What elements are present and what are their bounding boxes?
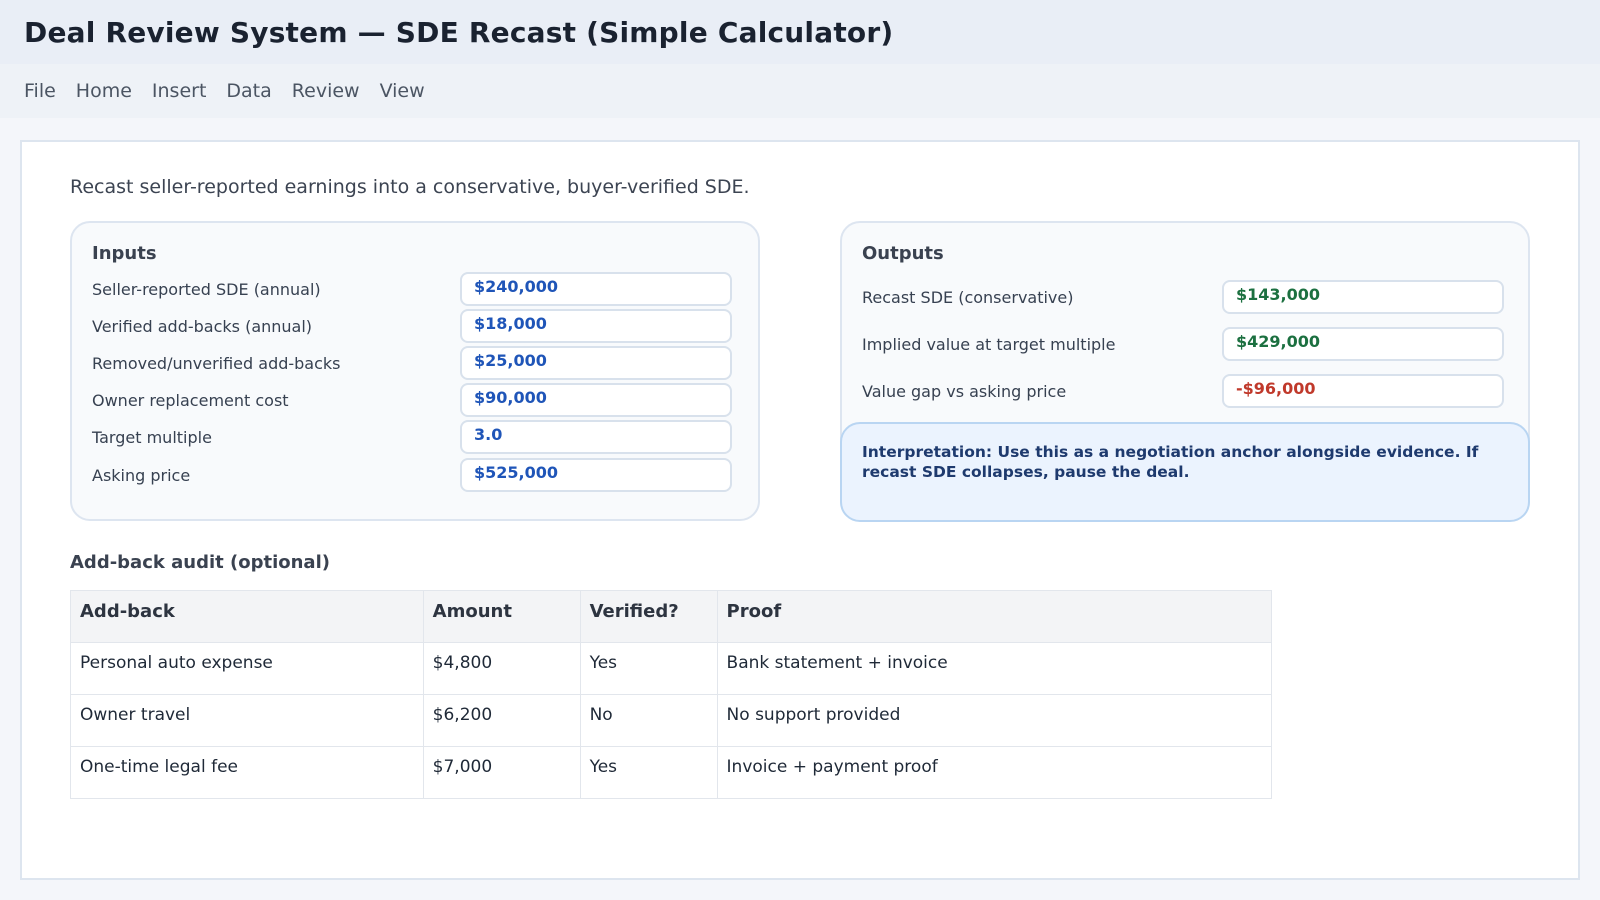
value-gap-value: -$96,000 xyxy=(1222,374,1504,408)
cell-amount: $4,800 xyxy=(422,642,581,695)
column-header-addback: Add-back xyxy=(70,590,424,643)
input-row-verified-addbacks: Verified add-backs (annual) $18,000 xyxy=(92,309,742,343)
input-row-removed-addbacks: Removed/unverified add-backs $25,000 xyxy=(92,346,742,380)
input-row-asking-price: Asking price $525,000 xyxy=(92,458,742,492)
cell-proof: Invoice + payment proof xyxy=(716,746,1273,799)
table-header-row: Add-back Amount Verified? Proof xyxy=(70,590,1273,643)
inputs-card: Inputs Seller-reported SDE (annual) $240… xyxy=(70,221,760,521)
table-row: Personal auto expense $4,800 Yes Bank st… xyxy=(70,642,1273,695)
menu-home[interactable]: Home xyxy=(76,80,132,102)
cell-proof: No support provided xyxy=(716,694,1273,747)
cell-addback: Owner travel xyxy=(70,694,424,747)
inputs-heading: Inputs xyxy=(92,243,157,264)
menu-review[interactable]: Review xyxy=(292,80,360,102)
input-label: Removed/unverified add-backs xyxy=(92,353,341,373)
target-multiple-field[interactable]: 3.0 xyxy=(460,420,732,454)
page-subtitle: Recast seller-reported earnings into a c… xyxy=(70,176,750,198)
menu-insert[interactable]: Insert xyxy=(152,80,207,102)
cell-addback: One-time legal fee xyxy=(70,746,424,799)
title-bar: Deal Review System — SDE Recast (Simple … xyxy=(0,0,1600,64)
cell-amount: $7,000 xyxy=(422,746,581,799)
menu-view[interactable]: View xyxy=(380,80,425,102)
outputs-heading: Outputs xyxy=(862,243,944,264)
input-row-target-multiple: Target multiple 3.0 xyxy=(92,420,742,454)
output-label: Recast SDE (conservative) xyxy=(862,287,1074,307)
addback-audit-table: Add-back Amount Verified? Proof Personal… xyxy=(70,590,1273,799)
table-row: One-time legal fee $7,000 Yes Invoice + … xyxy=(70,746,1273,799)
cell-addback: Personal auto expense xyxy=(70,642,424,695)
cell-amount: $6,200 xyxy=(422,694,581,747)
asking-price-field[interactable]: $525,000 xyxy=(460,458,732,492)
cell-verified: Yes xyxy=(579,746,718,799)
seller-sde-field[interactable]: $240,000 xyxy=(460,272,732,306)
recast-sde-value: $143,000 xyxy=(1222,280,1504,314)
cell-proof: Bank statement + invoice xyxy=(716,642,1273,695)
input-row-seller-sde: Seller-reported SDE (annual) $240,000 xyxy=(92,272,742,306)
table-row: Owner travel $6,200 No No support provid… xyxy=(70,694,1273,747)
input-label: Owner replacement cost xyxy=(92,390,289,410)
output-label: Implied value at target multiple xyxy=(862,334,1116,354)
output-row-recast-sde: Recast SDE (conservative) $143,000 xyxy=(862,280,1512,314)
app-title: Deal Review System — SDE Recast (Simple … xyxy=(24,15,894,49)
output-label: Value gap vs asking price xyxy=(862,381,1067,401)
input-row-owner-replacement: Owner replacement cost $90,000 xyxy=(92,383,742,417)
input-label: Seller-reported SDE (annual) xyxy=(92,279,321,299)
output-row-value-gap: Value gap vs asking price -$96,000 xyxy=(862,374,1512,408)
interpretation-note: Interpretation: Use this as a negotiatio… xyxy=(840,422,1530,522)
column-header-proof: Proof xyxy=(716,590,1273,643)
cell-verified: No xyxy=(579,694,718,747)
verified-addbacks-field[interactable]: $18,000 xyxy=(460,309,732,343)
owner-replacement-field[interactable]: $90,000 xyxy=(460,383,732,417)
audit-title: Add-back audit (optional) xyxy=(70,552,330,573)
menu-bar: File Home Insert Data Review View xyxy=(0,64,1600,118)
input-label: Verified add-backs (annual) xyxy=(92,316,313,336)
removed-addbacks-field[interactable]: $25,000 xyxy=(460,346,732,380)
cell-verified: Yes xyxy=(579,642,718,695)
column-header-verified: Verified? xyxy=(579,590,718,643)
column-header-amount: Amount xyxy=(422,590,581,643)
output-row-implied-value: Implied value at target multiple $429,00… xyxy=(862,327,1512,361)
input-label: Target multiple xyxy=(92,427,212,447)
menu-file[interactable]: File xyxy=(24,80,56,102)
implied-value-value: $429,000 xyxy=(1222,327,1504,361)
main-panel: Recast seller-reported earnings into a c… xyxy=(20,140,1580,880)
menu-data[interactable]: Data xyxy=(226,80,271,102)
input-label: Asking price xyxy=(92,465,191,485)
